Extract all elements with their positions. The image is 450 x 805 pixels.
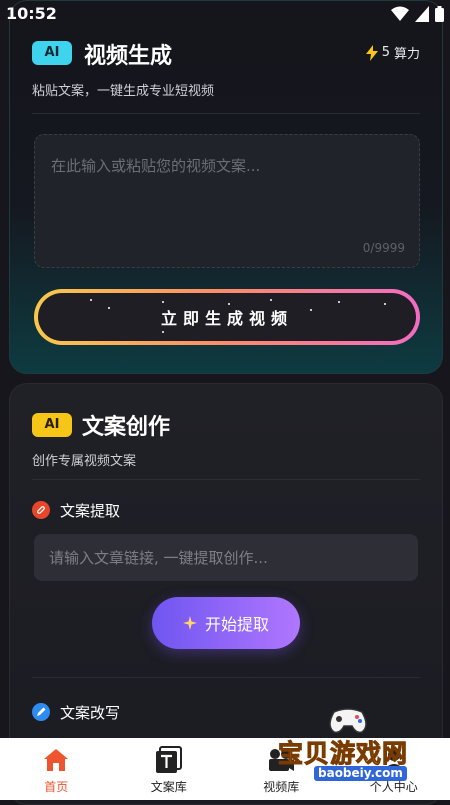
signal-icon: [415, 6, 429, 22]
home-icon: [43, 746, 69, 774]
battery-icon: [435, 6, 444, 22]
input-placeholder: 请输入文章链接, 一键提取创作...: [49, 547, 268, 568]
char-count: 0/9999: [363, 241, 405, 255]
article-link-input[interactable]: 请输入文章链接, 一键提取创作...: [34, 534, 418, 581]
nav-home[interactable]: 首页: [0, 738, 113, 800]
nav-label: 首页: [44, 778, 68, 795]
status-bar: 10:52: [0, 0, 450, 30]
watermark-title: 宝贝游戏网: [278, 734, 408, 770]
card-title: 文案创作: [82, 409, 170, 441]
nav-label: 文案库: [151, 778, 187, 795]
divider: [32, 677, 420, 678]
link-icon: [32, 501, 50, 519]
rewrite-section-label: 文案改写: [60, 702, 120, 723]
card-subtitle: 创作专属视频文案: [32, 450, 136, 469]
wifi-icon: [391, 6, 409, 22]
textarea-placeholder: 在此输入或粘贴您的视频文案...: [51, 155, 260, 176]
site-watermark: 宝贝游戏网 baobeiy.com: [264, 706, 450, 786]
status-icons: [391, 6, 444, 22]
video-generation-card: AI 视频生成 5 算力 粘贴文案，一键生成专业短视频 在此输入或粘贴您的视频文…: [9, 0, 443, 374]
divider: [32, 113, 420, 114]
ai-badge: AI: [32, 413, 72, 437]
card-subtitle: 粘贴文案，一键生成专业短视频: [32, 80, 214, 99]
start-extract-label: 开始提取: [205, 611, 269, 635]
extract-section-label: 文案提取: [60, 500, 120, 521]
gamepad-icon: [326, 706, 370, 736]
text-library-icon: [155, 746, 183, 774]
sparkle-icon: [183, 616, 197, 630]
status-time: 10:52: [6, 4, 57, 23]
card-title: 视频生成: [84, 38, 172, 70]
ai-badge: AI: [32, 41, 72, 65]
edit-icon: [32, 703, 50, 721]
nav-text-library[interactable]: 文案库: [113, 738, 226, 800]
script-textarea[interactable]: 在此输入或粘贴您的视频文案... 0/9999: [34, 134, 420, 268]
power-value: 5: [382, 45, 390, 60]
generate-video-button[interactable]: 立即生成视频: [34, 289, 420, 345]
start-extract-button[interactable]: 开始提取: [152, 597, 300, 649]
power-unit: 算力: [394, 43, 420, 62]
watermark-url: baobeiy.com: [314, 766, 407, 781]
divider: [32, 479, 420, 480]
lightning-icon: [366, 45, 378, 61]
power-indicator: 5 算力: [366, 43, 420, 62]
generate-video-label: 立即生成视频: [161, 305, 293, 329]
